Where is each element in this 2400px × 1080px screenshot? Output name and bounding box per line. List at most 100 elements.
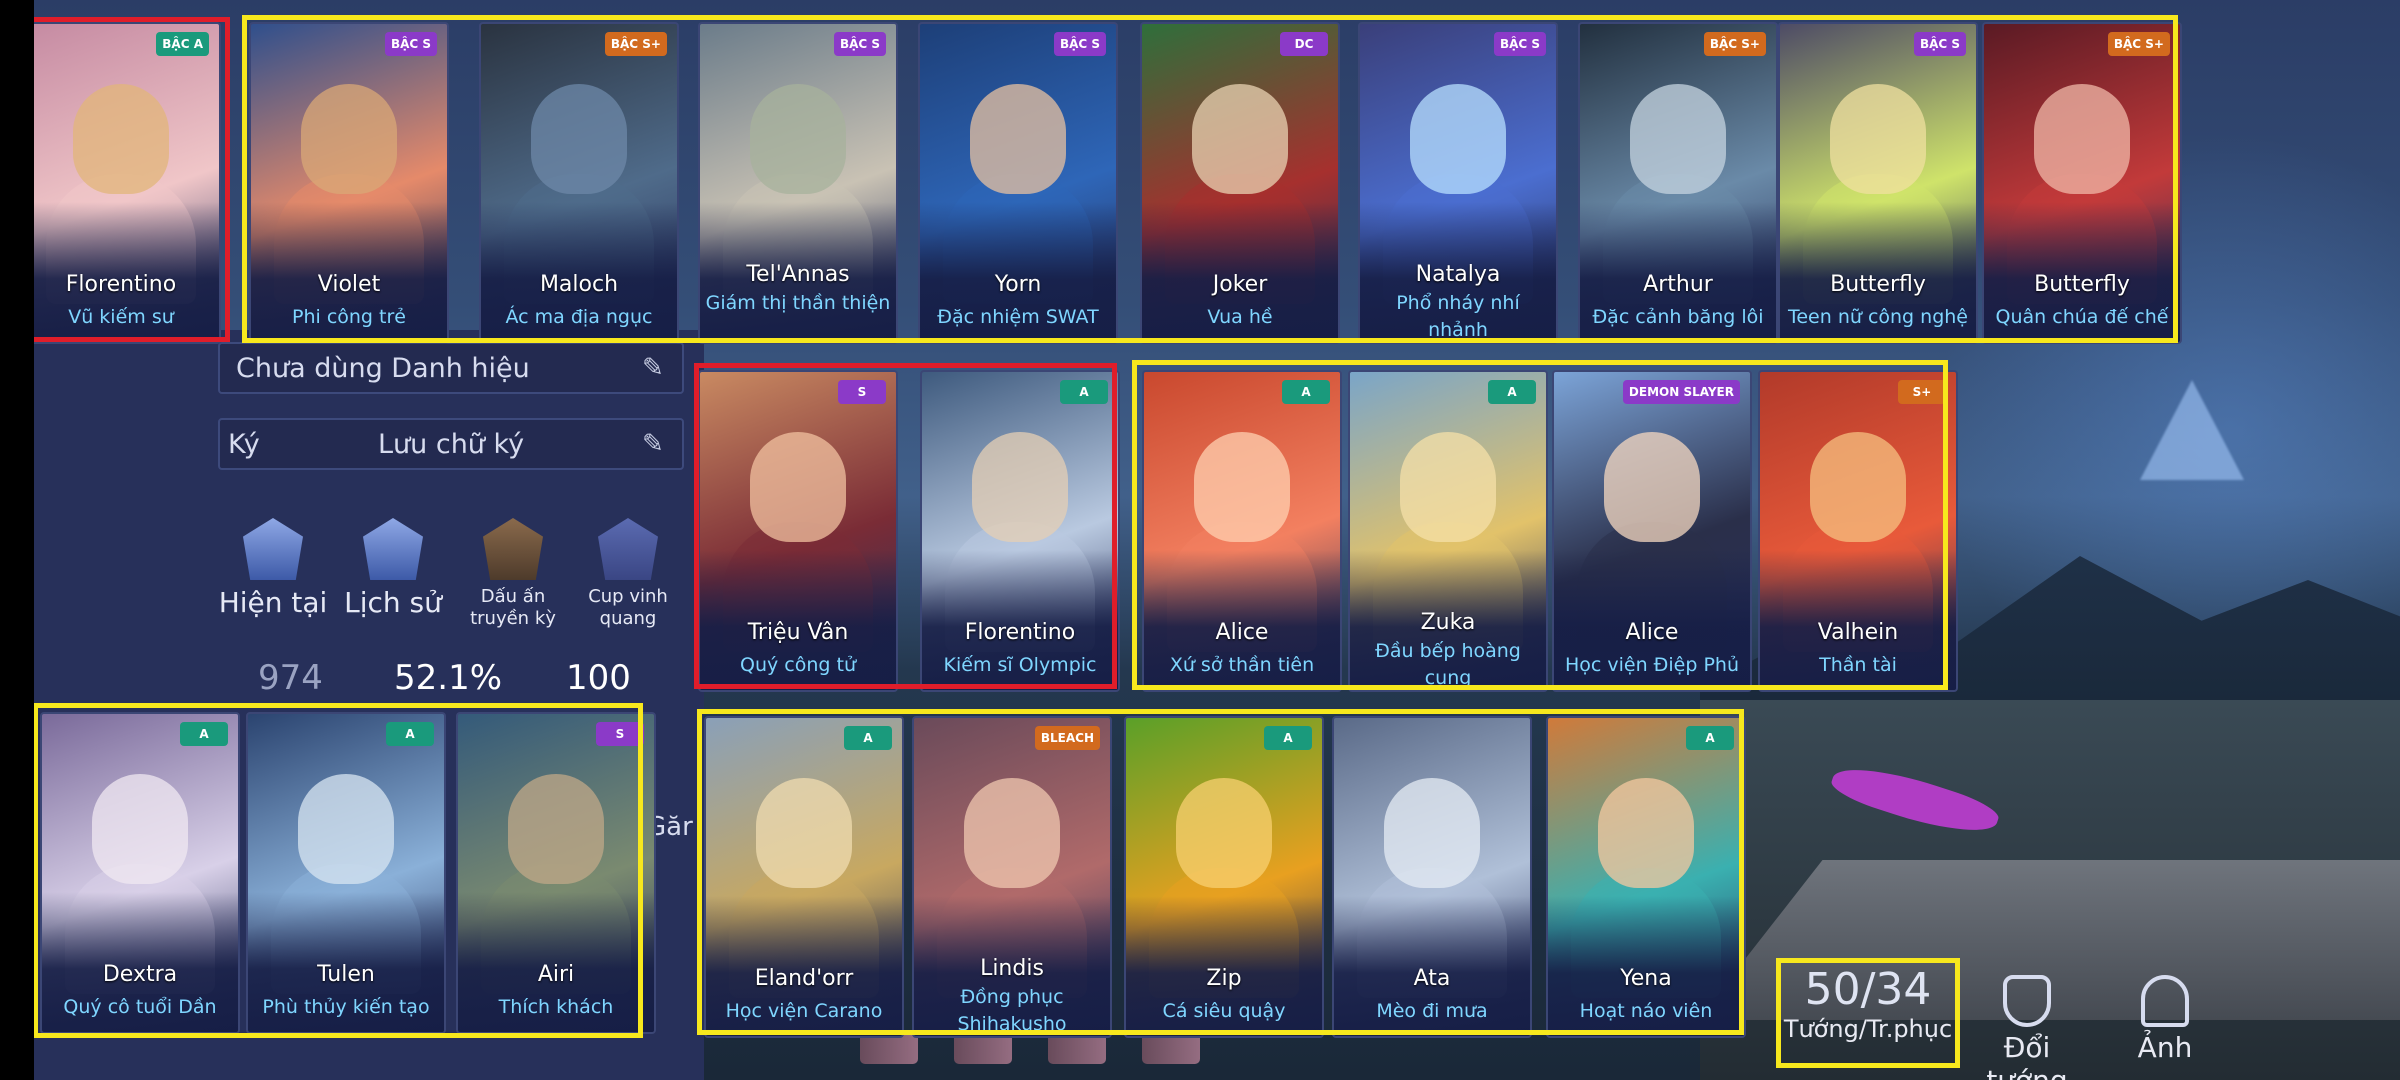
skin-name: Phổ nháy nhí nhảnh	[1396, 292, 1520, 341]
skin-card[interactable]: A Eland'orr Học viện Carano	[704, 716, 904, 1038]
skin-card[interactable]: BẬC S Natalya Phổ nháy nhí nhảnh	[1358, 22, 1558, 344]
hero-face	[508, 774, 604, 884]
hero-face	[2034, 84, 2130, 194]
skin-card[interactable]: BẬC S Violet Phi công trẻ	[249, 22, 449, 344]
tier-badge: BLEACH	[1034, 726, 1100, 750]
skin-card[interactable]: BẬC S+ Arthur Đặc cảnh băng lôi	[1578, 22, 1778, 344]
hero-name: Joker	[1212, 272, 1268, 297]
hero-face	[750, 432, 846, 542]
skin-card[interactable]: A Zuka Đầu bếp hoàng cung	[1348, 370, 1548, 692]
skin-name: Đồng phục Shihakusho	[957, 986, 1067, 1035]
skin-card[interactable]: DC Joker Vua hề	[1140, 22, 1340, 344]
skin-card[interactable]: A Dextra Quý cô tuổi Dần	[40, 712, 240, 1034]
achievement-history[interactable]: Lịch sử	[338, 518, 448, 619]
skin-name: Ác ma địa ngục	[505, 306, 653, 328]
skin-card[interactable]: DEMON SLAYER Alice Học viện Điệp Phủ	[1552, 370, 1752, 692]
skin-card[interactable]: BẬC S Butterfly Teen nữ công nghệ	[1778, 22, 1978, 344]
hero-name: Yena	[1620, 966, 1672, 991]
skin-name: Teen nữ công nghệ	[1787, 306, 1968, 328]
legend-mark-icon	[483, 518, 543, 580]
swap-hero-button[interactable]: Đổi tướng	[1962, 975, 2092, 1080]
hero-face	[1830, 84, 1926, 194]
tier-badge: DC	[1280, 32, 1328, 56]
stat-value: 974	[258, 658, 323, 698]
achievement-label: Dấu ấn truyền kỳ	[470, 586, 556, 629]
hero-face	[1598, 778, 1694, 888]
title-field[interactable]: Chưa dùng Danh hiệu ✎	[218, 342, 684, 394]
skin-name: Phù thủy kiến tạo	[262, 996, 430, 1018]
hero-face	[1604, 432, 1700, 542]
screen-edge	[0, 0, 34, 1080]
achievement-label: Lịch sử	[344, 586, 442, 619]
achievement-glory-cup[interactable]: Cup vinh quang	[578, 518, 678, 630]
swap-hero-label: Đổi tướng	[1986, 1031, 2067, 1080]
tier-badge: BẬC A	[156, 32, 209, 56]
hero-face	[73, 84, 169, 194]
skin-name: Kiếm sĩ Olympic	[943, 654, 1097, 676]
skin-name: Vũ kiếm sư	[68, 306, 174, 328]
hero-face	[1192, 84, 1288, 194]
skin-card[interactable]: A Alice Xứ sở thần tiên	[1142, 370, 1342, 692]
achievement-current[interactable]: Hiện tại	[218, 518, 328, 619]
skin-name: Đặc nhiệm SWAT	[937, 306, 1099, 328]
stat-value: 52.1%	[394, 658, 503, 698]
skin-card[interactable]: A Yena Hoạt náo viên	[1546, 716, 1746, 1038]
skin-card[interactable]: BẬC S Yorn Đặc nhiệm SWAT	[918, 22, 1118, 344]
skin-card[interactable]: A Tulen Phù thủy kiến tạo	[246, 712, 446, 1034]
skin-card[interactable]: BẬC A Florentino Vũ kiếm sư	[21, 22, 221, 344]
hero-name: Maloch	[539, 272, 619, 297]
tier-badge: A	[1264, 726, 1312, 750]
game-scene: Chưa dùng Danh hiệu ✎ Ký Lưu chữ ký ✎ Hi…	[0, 0, 2400, 1080]
skin-name: Đầu bếp hoàng cung	[1375, 640, 1521, 689]
tier-badge: S	[596, 722, 644, 746]
skin-name: Quý cô tuổi Dần	[63, 996, 217, 1018]
tier-badge: BẬC S+	[604, 32, 667, 56]
hero-name: Violet	[317, 272, 381, 297]
skin-name: Quân chúa đế chế	[1995, 306, 2169, 328]
tier-badge: BẬC S	[384, 32, 437, 56]
hero-skin-counter[interactable]: 50/34 Tướng/Tr.phục	[1780, 962, 1956, 1064]
achievement-label: Hiện tại	[218, 586, 328, 619]
hero-name: Ata	[1413, 966, 1451, 991]
achievement-legend-mark[interactable]: Dấu ấn truyền kỳ	[458, 518, 568, 630]
tier-badge: BẬC S	[833, 32, 886, 56]
hero-name: Valhein	[1817, 620, 1899, 645]
edit-pencil-icon[interactable]: ✎	[642, 431, 666, 457]
skin-card[interactable]: BẬC S+ Maloch Ác ma địa ngục	[479, 22, 679, 344]
skin-name: Quý công tử	[740, 654, 856, 676]
tier-badge: BẬC S	[1913, 32, 1966, 56]
tier-badge: BẬC S	[1053, 32, 1106, 56]
skin-card[interactable]: A Florentino Kiếm sĩ Olympic	[920, 370, 1120, 692]
edit-pencil-icon[interactable]: ✎	[642, 355, 666, 381]
photo-label: Ảnh	[2137, 1031, 2193, 1064]
hero-face	[750, 84, 846, 194]
hero-name: Eland'orr	[754, 966, 854, 991]
skin-card[interactable]: BLEACH Lindis Đồng phục Shihakusho	[912, 716, 1112, 1038]
hero-face	[1194, 432, 1290, 542]
skin-name: Vua hề	[1207, 306, 1273, 328]
hero-face	[1810, 432, 1906, 542]
skin-card[interactable]: BẬC S Tel'Annas Giám thị thần thiện	[698, 22, 898, 344]
hero-face	[1384, 778, 1480, 888]
hero-name: Butterfly	[1830, 272, 1926, 297]
signature-field[interactable]: Ký Lưu chữ ký ✎	[218, 418, 684, 470]
skin-card[interactable]: S Triệu Vân Quý công tử	[698, 370, 898, 692]
hero-name: Alice	[1625, 620, 1679, 645]
tier-badge: S+	[1898, 380, 1946, 404]
skin-card[interactable]: BẬC S+ Butterfly Quân chúa đế chế	[1982, 22, 2182, 344]
photo-button[interactable]: Ảnh	[2125, 975, 2205, 1064]
skin-card[interactable]: Ata Mèo đi mưa	[1332, 716, 1532, 1038]
signature-label: Ký	[228, 428, 260, 460]
skin-card[interactable]: S Airi Thích khách	[456, 712, 656, 1034]
skin-card[interactable]: S+ Valhein Thần tài	[1758, 370, 1958, 692]
hero-name: Tulen	[317, 962, 375, 987]
title-field-text: Chưa dùng Danh hiệu	[236, 352, 530, 384]
achievement-label: Cup vinh quang	[588, 586, 668, 629]
tier-badge: A	[1686, 726, 1734, 750]
skin-card[interactable]: A Zip Cá siêu quậy	[1124, 716, 1324, 1038]
stat-value: 100	[566, 658, 631, 698]
tier-badge: S	[838, 380, 886, 404]
skin-name: Học viện Carano	[725, 1000, 883, 1022]
hero-name: Alice	[1215, 620, 1269, 645]
tier-badge: A	[386, 722, 434, 746]
